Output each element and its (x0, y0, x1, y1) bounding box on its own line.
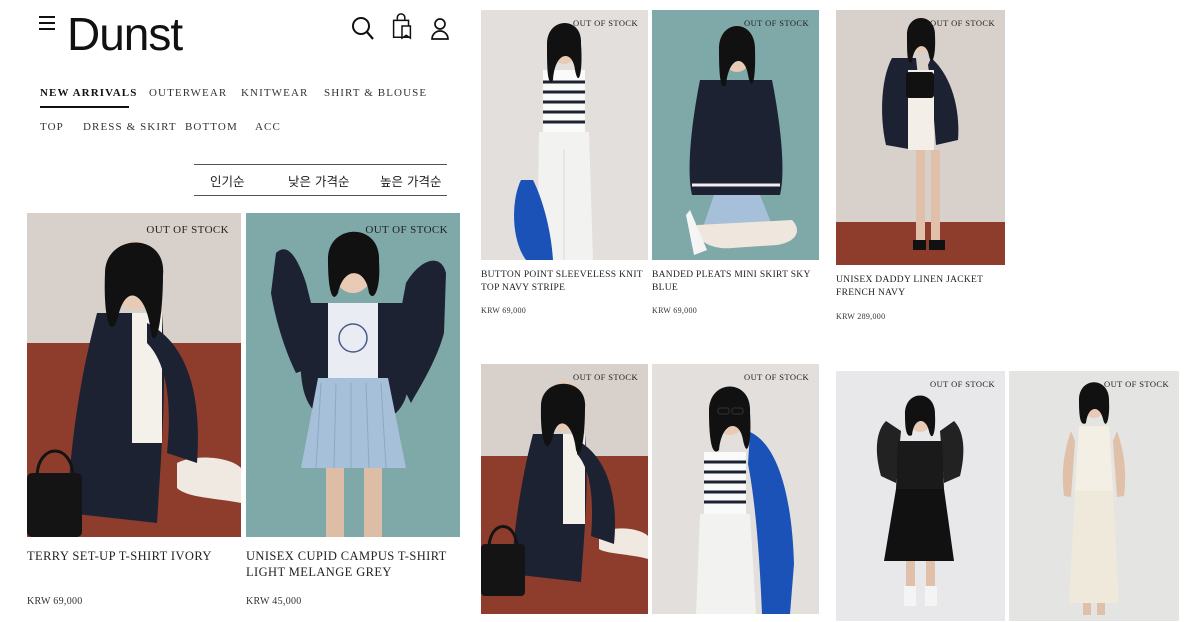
product-name[interactable]: BANDED PLEATS MINI SKIRT SKY BLUE (652, 269, 819, 295)
product-price: KRW 69,000 (481, 306, 527, 315)
nav-outerwear[interactable]: OUTERWEAR (149, 87, 227, 99)
nav-new-arrivals[interactable]: NEW ARRIVALS (40, 87, 137, 99)
product-photo[interactable]: OUT OF STOCK (27, 213, 241, 537)
out-of-stock-badge: OUT OF STOCK (573, 18, 638, 28)
shopping-bag-icon[interactable] (389, 12, 415, 40)
product-photo[interactable]: OUT OF STOCK (481, 364, 648, 614)
sort-popular[interactable]: 인기순 (210, 171, 245, 190)
sort-bar: 인기순 낮은 가격순 높은 가격순 (194, 164, 447, 196)
out-of-stock-badge: OUT OF STOCK (744, 372, 809, 382)
product-card[interactable]: OUT OF STOCK (836, 371, 1005, 621)
out-of-stock-badge: OUT OF STOCK (930, 379, 995, 389)
product-card[interactable]: OUT OF STOCK TERRY SET-UP T-SHIRT IVORY … (27, 213, 241, 613)
product-photo[interactable]: OUT OF STOCK (652, 364, 819, 614)
nav-dress-skirt[interactable]: DRESS & SKIRT (83, 121, 177, 133)
out-of-stock-badge: OUT OF STOCK (573, 372, 638, 382)
out-of-stock-badge: OUT OF STOCK (930, 18, 995, 28)
product-photo[interactable]: OUT OF STOCK (652, 10, 819, 260)
product-price: KRW 45,000 (246, 596, 302, 607)
search-icon[interactable] (350, 14, 376, 42)
product-photo[interactable]: OUT OF STOCK (836, 10, 1005, 265)
product-price: KRW 289,000 (836, 312, 886, 321)
out-of-stock-badge: OUT OF STOCK (1104, 379, 1169, 389)
product-name[interactable]: BUTTON POINT SLEEVELESS KNIT TOP NAVY ST… (481, 269, 648, 295)
product-price: KRW 69,000 (27, 596, 83, 607)
sort-low-price[interactable]: 낮은 가격순 (288, 171, 349, 190)
nav-acc[interactable]: ACC (255, 121, 281, 133)
brand-logo[interactable]: Dunst (67, 6, 183, 62)
product-photo[interactable]: OUT OF STOCK (836, 371, 1005, 621)
product-photo[interactable]: OUT OF STOCK (1009, 371, 1179, 621)
product-name[interactable]: TERRY SET-UP T-SHIRT IVORY (27, 548, 241, 564)
product-card[interactable]: OUT OF STOCK (652, 364, 819, 614)
product-price: KRW 69,000 (652, 306, 698, 315)
out-of-stock-badge: OUT OF STOCK (146, 224, 229, 236)
product-photo[interactable]: OUT OF STOCK (246, 213, 460, 537)
product-card[interactable]: OUT OF STOCK UNISEX DADDY LINEN JACKET F… (836, 10, 1005, 325)
hamburger-menu-icon[interactable] (39, 16, 55, 30)
user-icon[interactable] (427, 14, 453, 42)
product-card[interactable]: OUT OF STOCK BUTTON POINT SLEEVELESS KNI… (481, 10, 648, 320)
product-card[interactable]: OUT OF STOCK (481, 364, 648, 614)
product-card[interactable]: OUT OF STOCK (1009, 371, 1179, 621)
sort-high-price[interactable]: 높은 가격순 (380, 171, 441, 190)
product-name[interactable]: UNISEX CUPID CAMPUS T-SHIRT LIGHT MELANG… (246, 548, 460, 580)
product-photo[interactable]: OUT OF STOCK (481, 10, 648, 260)
nav-shirt-blouse[interactable]: SHIRT & BLOUSE (324, 87, 427, 99)
out-of-stock-badge: OUT OF STOCK (365, 224, 448, 236)
nav-top[interactable]: TOP (40, 121, 64, 133)
active-tab-underline (40, 106, 129, 108)
product-card[interactable]: OUT OF STOCK UNISEX CUPID CAMPUS T-SHIRT… (246, 213, 460, 613)
out-of-stock-badge: OUT OF STOCK (744, 18, 809, 28)
product-name[interactable]: UNISEX DADDY LINEN JACKET FRENCH NAVY (836, 274, 1005, 300)
nav-bottom[interactable]: BOTTOM (185, 121, 238, 133)
product-card[interactable]: OUT OF STOCK BANDED PLEATS MINI SKIRT SK… (652, 10, 819, 320)
nav-knitwear[interactable]: KNITWEAR (241, 87, 308, 99)
